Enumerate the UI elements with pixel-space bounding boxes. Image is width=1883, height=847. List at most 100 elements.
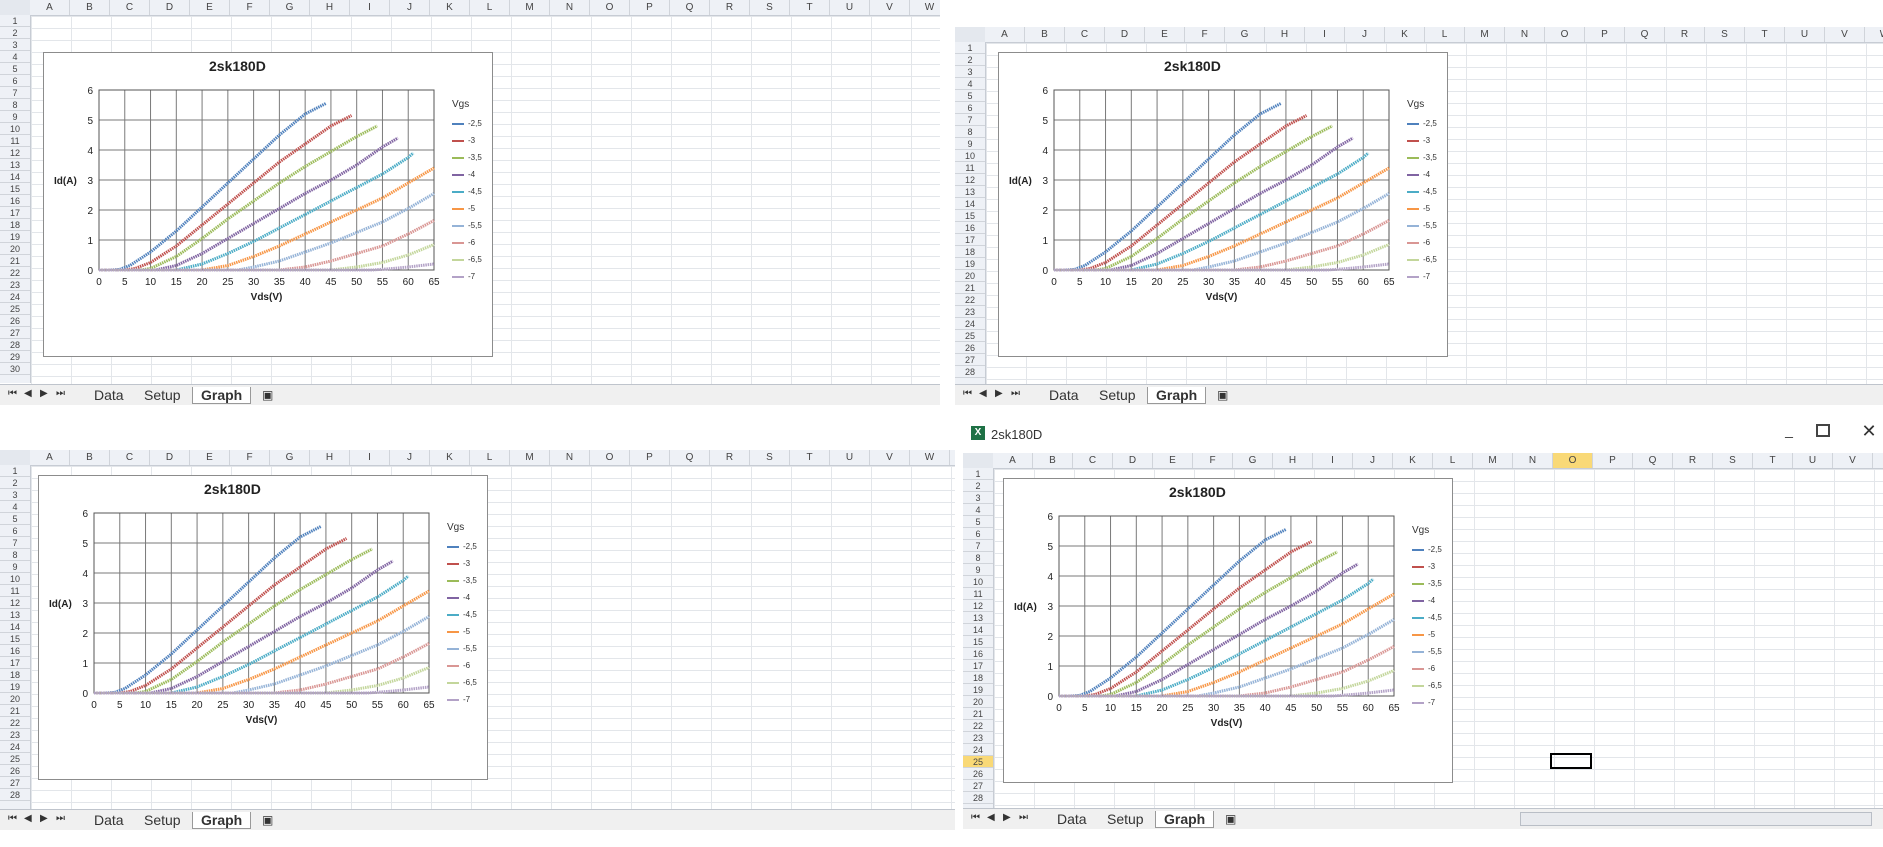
row-header-16[interactable]: 16 bbox=[963, 648, 993, 660]
select-all-corner[interactable] bbox=[0, 450, 31, 465]
column-header-O[interactable]: O bbox=[590, 0, 630, 15]
row-header-9[interactable]: 9 bbox=[963, 564, 993, 576]
column-header-E[interactable]: E bbox=[1145, 27, 1185, 42]
sheet-tab-data[interactable]: Data bbox=[86, 812, 132, 828]
row-header-19[interactable]: 19 bbox=[955, 258, 985, 270]
column-header-O[interactable]: O bbox=[1545, 27, 1585, 42]
row-header-21[interactable]: 21 bbox=[963, 708, 993, 720]
row-header-27[interactable]: 27 bbox=[963, 780, 993, 792]
row-header-6[interactable]: 6 bbox=[0, 525, 30, 537]
column-header-B[interactable]: B bbox=[1025, 27, 1065, 42]
prev-sheet-icon[interactable]: ◀ bbox=[24, 813, 32, 824]
column-header-S[interactable]: S bbox=[750, 450, 790, 465]
row-header-26[interactable]: 26 bbox=[0, 765, 30, 777]
column-header-C[interactable]: C bbox=[110, 450, 150, 465]
row-header-2[interactable]: 2 bbox=[955, 54, 985, 66]
row-header-5[interactable]: 5 bbox=[0, 63, 30, 75]
column-header-I[interactable]: I bbox=[1313, 453, 1353, 468]
row-header-23[interactable]: 23 bbox=[963, 732, 993, 744]
sheet-tab-setup[interactable]: Setup bbox=[1091, 387, 1144, 403]
row-header-19[interactable]: 19 bbox=[0, 681, 30, 693]
column-header-U[interactable]: U bbox=[830, 450, 870, 465]
row-header-16[interactable]: 16 bbox=[0, 195, 30, 207]
column-header-P[interactable]: P bbox=[1585, 27, 1625, 42]
column-header-V[interactable]: V bbox=[1825, 27, 1865, 42]
row-header-22[interactable]: 22 bbox=[955, 294, 985, 306]
sheet-tab-graph[interactable]: Graph bbox=[192, 812, 252, 829]
column-header-M[interactable]: M bbox=[510, 0, 550, 15]
sheet-tab-data[interactable]: Data bbox=[1041, 387, 1087, 403]
row-header-18[interactable]: 18 bbox=[0, 219, 30, 231]
column-header-J[interactable]: J bbox=[390, 0, 430, 15]
column-header-K[interactable]: K bbox=[1385, 27, 1425, 42]
row-header-10[interactable]: 10 bbox=[963, 576, 993, 588]
column-header-L[interactable]: L bbox=[1433, 453, 1473, 468]
row-header-14[interactable]: 14 bbox=[0, 621, 30, 633]
row-header-17[interactable]: 17 bbox=[0, 657, 30, 669]
last-sheet-icon[interactable]: ⏭ bbox=[1011, 388, 1020, 399]
column-header-R[interactable]: R bbox=[1665, 27, 1705, 42]
column-header-R[interactable]: R bbox=[1673, 453, 1713, 468]
row-header-25[interactable]: 25 bbox=[0, 753, 30, 765]
sheet-tab-data[interactable]: Data bbox=[86, 387, 132, 403]
column-header-H[interactable]: H bbox=[1265, 27, 1305, 42]
insert-sheet-icon[interactable]: ▣ bbox=[262, 813, 273, 827]
column-header-A[interactable]: A bbox=[993, 453, 1033, 468]
column-header-M[interactable]: M bbox=[510, 450, 550, 465]
row-header-29[interactable]: 29 bbox=[0, 351, 30, 363]
column-header-L[interactable]: L bbox=[470, 450, 510, 465]
row-header-15[interactable]: 15 bbox=[963, 636, 993, 648]
column-header-Q[interactable]: Q bbox=[1625, 27, 1665, 42]
row-header-14[interactable]: 14 bbox=[963, 624, 993, 636]
row-header-9[interactable]: 9 bbox=[955, 138, 985, 150]
prev-sheet-icon[interactable]: ◀ bbox=[987, 812, 995, 823]
row-header-21[interactable]: 21 bbox=[955, 282, 985, 294]
row-header-28[interactable]: 28 bbox=[0, 339, 30, 351]
sheet-tab-graph[interactable]: Graph bbox=[192, 387, 252, 404]
row-header-6[interactable]: 6 bbox=[0, 75, 30, 87]
column-header-Q[interactable]: Q bbox=[670, 0, 710, 15]
prev-sheet-icon[interactable]: ◀ bbox=[24, 388, 32, 399]
column-header-R[interactable]: R bbox=[710, 450, 750, 465]
minimize-button[interactable]: _ bbox=[1778, 422, 1800, 442]
column-header-J[interactable]: J bbox=[1345, 27, 1385, 42]
row-header-3[interactable]: 3 bbox=[963, 492, 993, 504]
row-header-25[interactable]: 25 bbox=[0, 303, 30, 315]
column-header-H[interactable]: H bbox=[310, 0, 350, 15]
chart-area[interactable]: 2sk180D 0 5 10 15 20 25 30 35 40 45 50 55 60 65 0 1 2 3 4 5 6… bbox=[38, 475, 488, 780]
row-header-20[interactable]: 20 bbox=[963, 696, 993, 708]
next-sheet-icon[interactable]: ▶ bbox=[40, 813, 48, 824]
row-header-30[interactable]: 30 bbox=[0, 363, 30, 375]
row-header-26[interactable]: 26 bbox=[955, 342, 985, 354]
column-header-M[interactable]: M bbox=[1465, 27, 1505, 42]
sheet-tab-graph[interactable]: Graph bbox=[1147, 387, 1207, 404]
row-header-28[interactable]: 28 bbox=[963, 792, 993, 804]
row-header-12[interactable]: 12 bbox=[0, 597, 30, 609]
row-header-26[interactable]: 26 bbox=[0, 315, 30, 327]
select-all-corner[interactable] bbox=[0, 0, 31, 15]
column-header-T[interactable]: T bbox=[1753, 453, 1793, 468]
prev-sheet-icon[interactable]: ◀ bbox=[979, 388, 987, 399]
row-header-2[interactable]: 2 bbox=[963, 480, 993, 492]
column-header-B[interactable]: B bbox=[70, 450, 110, 465]
column-header-G[interactable]: G bbox=[1233, 453, 1273, 468]
row-header-6[interactable]: 6 bbox=[963, 528, 993, 540]
row-header-26[interactable]: 26 bbox=[963, 768, 993, 780]
column-header-F[interactable]: F bbox=[1185, 27, 1225, 42]
select-all-corner[interactable] bbox=[963, 453, 994, 468]
row-header-11[interactable]: 11 bbox=[963, 588, 993, 600]
column-header-D[interactable]: D bbox=[150, 0, 190, 15]
column-header-A[interactable]: A bbox=[30, 0, 70, 15]
row-header-21[interactable]: 21 bbox=[0, 255, 30, 267]
row-header-14[interactable]: 14 bbox=[955, 198, 985, 210]
row-header-19[interactable]: 19 bbox=[0, 231, 30, 243]
column-header-W[interactable]: W bbox=[910, 450, 950, 465]
column-header-H[interactable]: H bbox=[310, 450, 350, 465]
row-header-12[interactable]: 12 bbox=[963, 600, 993, 612]
row-header-10[interactable]: 10 bbox=[0, 123, 30, 135]
row-header-17[interactable]: 17 bbox=[0, 207, 30, 219]
row-header-1[interactable]: 1 bbox=[963, 468, 993, 480]
column-header-E[interactable]: E bbox=[190, 0, 230, 15]
column-header-D[interactable]: D bbox=[1105, 27, 1145, 42]
column-header-U[interactable]: U bbox=[830, 0, 870, 15]
